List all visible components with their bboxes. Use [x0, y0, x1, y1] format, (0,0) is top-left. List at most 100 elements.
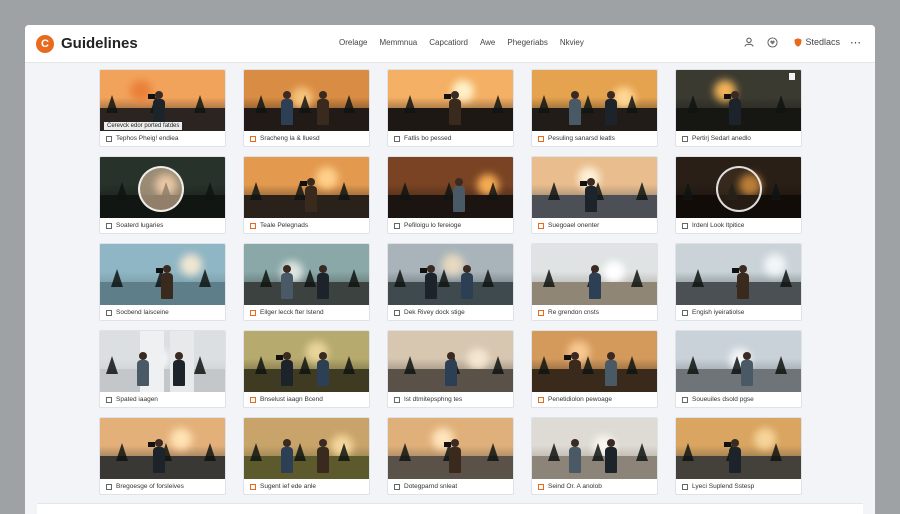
- person-figure: [136, 352, 150, 386]
- nav-item-1[interactable]: Orelage: [339, 38, 367, 47]
- caption-text: Engish iyeiratiolse: [692, 309, 745, 316]
- photo-card[interactable]: Engish iyeiratiolse: [675, 243, 802, 321]
- photo-card[interactable]: Ist dtmitepsphng tes: [387, 330, 514, 408]
- photo-thumbnail[interactable]: [532, 418, 657, 479]
- photo-thumbnail[interactable]: [100, 331, 225, 392]
- photo-thumbnail[interactable]: [244, 418, 369, 479]
- photo-thumbnail[interactable]: [244, 70, 369, 131]
- photo-card[interactable]: Sugent ief ede anle: [243, 417, 370, 495]
- caption-text: Dek Rivey dock stige: [404, 309, 465, 316]
- photo-thumbnail[interactable]: [676, 418, 801, 479]
- photo-caption: Pefiloigu lo fereioge: [388, 218, 513, 233]
- caption-text: Lyeci Suplend Sstesp: [692, 483, 755, 490]
- person-figure: [452, 178, 466, 212]
- tree-shape: [343, 356, 355, 374]
- photo-thumbnail[interactable]: [388, 70, 513, 131]
- photo-thumbnail[interactable]: [676, 70, 801, 131]
- photo-card[interactable]: Dotegparnd snleat: [387, 417, 514, 495]
- photo-thumbnail[interactable]: [388, 157, 513, 218]
- photo-card[interactable]: Penetidiolon pewoage: [531, 330, 658, 408]
- person-figure: [604, 439, 618, 473]
- photo-thumbnail[interactable]: [532, 244, 657, 305]
- studios-menu[interactable]: Stedlacs: [794, 37, 840, 47]
- photo-card[interactable]: Dek Rivey dock stige: [387, 243, 514, 321]
- photo-caption: Socbend laisceine: [100, 305, 225, 320]
- photo-caption: Fatlis bo pessed: [388, 131, 513, 146]
- top-bar: C Guidelines Orelage Memmnua Capcatiord …: [25, 25, 875, 63]
- photo-thumbnail[interactable]: [676, 157, 801, 218]
- photo-thumbnail[interactable]: [388, 418, 513, 479]
- photo-thumbnail[interactable]: [100, 418, 225, 479]
- photo-card[interactable]: Seind Or. A anolob: [531, 417, 658, 495]
- camera-icon: [156, 268, 163, 273]
- tree-shape: [631, 269, 643, 287]
- image-icon: [682, 396, 688, 403]
- photo-card[interactable]: Fatlis bo pessed: [387, 69, 514, 147]
- photo-card[interactable]: Sracheng la & lluesd: [243, 69, 370, 147]
- user-icon[interactable]: [742, 35, 756, 49]
- nav-item-6[interactable]: Nkviey: [560, 38, 584, 47]
- photo-card[interactable]: Pefiloigu lo fereioge: [387, 156, 514, 234]
- image-icon: [394, 483, 400, 490]
- photo-thumbnail[interactable]: [388, 244, 513, 305]
- tree-shape: [106, 95, 118, 113]
- photo-card[interactable]: Socbend laisceine: [99, 243, 226, 321]
- photo-card[interactable]: Soaterd lugaries: [99, 156, 226, 234]
- photo-thumbnail[interactable]: [676, 244, 801, 305]
- person-head: [319, 265, 327, 273]
- photo-thumbnail[interactable]: [100, 157, 225, 218]
- tree-shape: [338, 443, 350, 461]
- person-body: [281, 273, 293, 299]
- brand-logo[interactable]: C: [36, 35, 54, 53]
- tree-shape: [116, 182, 128, 200]
- photo-thumbnail[interactable]: [532, 157, 657, 218]
- photo-card[interactable]: Suegoael onenter: [531, 156, 658, 234]
- nav-item-4[interactable]: Awe: [480, 38, 495, 47]
- camera-icon: [564, 355, 571, 360]
- photo-card[interactable]: Eilger lecck fter lstend: [243, 243, 370, 321]
- person-figure: [316, 91, 330, 125]
- photo-thumbnail[interactable]: [676, 331, 801, 392]
- image-icon: [538, 396, 544, 403]
- photo-thumbnail[interactable]: [244, 157, 369, 218]
- photo-thumbnail[interactable]: [532, 70, 657, 131]
- person-head: [319, 91, 327, 99]
- photo-thumbnail[interactable]: [388, 331, 513, 392]
- photo-card[interactable]: Pertirj Sedarl anedlo: [675, 69, 802, 147]
- photo-thumbnail[interactable]: Cerevck edor ported fatdes: [100, 70, 225, 131]
- person-body: [737, 273, 749, 299]
- photo-card[interactable]: Lyeci Suplend Sstesp: [675, 417, 802, 495]
- photo-thumbnail[interactable]: [244, 331, 369, 392]
- photo-card[interactable]: Cerevck edor ported fatdes Tephos Pheig! …: [99, 69, 226, 147]
- nav-item-2[interactable]: Memmnua: [379, 38, 417, 47]
- photo-thumbnail[interactable]: [100, 244, 225, 305]
- photo-caption: Pertirj Sedarl anedlo: [676, 131, 801, 146]
- photo-card[interactable]: Soueuiles dsold pgse: [675, 330, 802, 408]
- photo-thumbnail[interactable]: [244, 244, 369, 305]
- nav-item-5[interactable]: Phegeriabs: [507, 38, 547, 47]
- photo-card[interactable]: Bregoesge of forsleives: [99, 417, 226, 495]
- photo-card[interactable]: Re grendon cnsts: [531, 243, 658, 321]
- photo-card[interactable]: Teale Pelegnads: [243, 156, 370, 234]
- photo-card[interactable]: Pesuling sanarsd leatls: [531, 69, 658, 147]
- person-figure: [580, 178, 598, 212]
- tree-shape: [626, 95, 638, 113]
- person-figure: [316, 265, 330, 299]
- person-figure: [148, 439, 166, 473]
- photo-card[interactable]: Spated iaagen: [99, 330, 226, 408]
- person-head: [731, 439, 739, 447]
- bookmark-icon[interactable]: [789, 73, 795, 80]
- photo-caption: Tephos Pheig! endiea: [100, 131, 225, 146]
- photo-thumbnail[interactable]: [532, 331, 657, 392]
- tree-shape: [770, 182, 782, 200]
- caption-text: Eilger lecck fter lstend: [260, 309, 324, 316]
- photo-card[interactable]: Bnselust iaagn Bcend: [243, 330, 370, 408]
- heart-icon[interactable]: [765, 35, 779, 49]
- photo-caption: Ist dtmitepsphng tes: [388, 392, 513, 407]
- person-head: [307, 178, 315, 186]
- person-head: [451, 91, 459, 99]
- nav-item-3[interactable]: Capcatiord: [429, 38, 468, 47]
- photo-card[interactable]: Irdenl Look ltpitice: [675, 156, 802, 234]
- tree-shape: [543, 269, 555, 287]
- more-icon[interactable]: ⋯: [849, 35, 863, 49]
